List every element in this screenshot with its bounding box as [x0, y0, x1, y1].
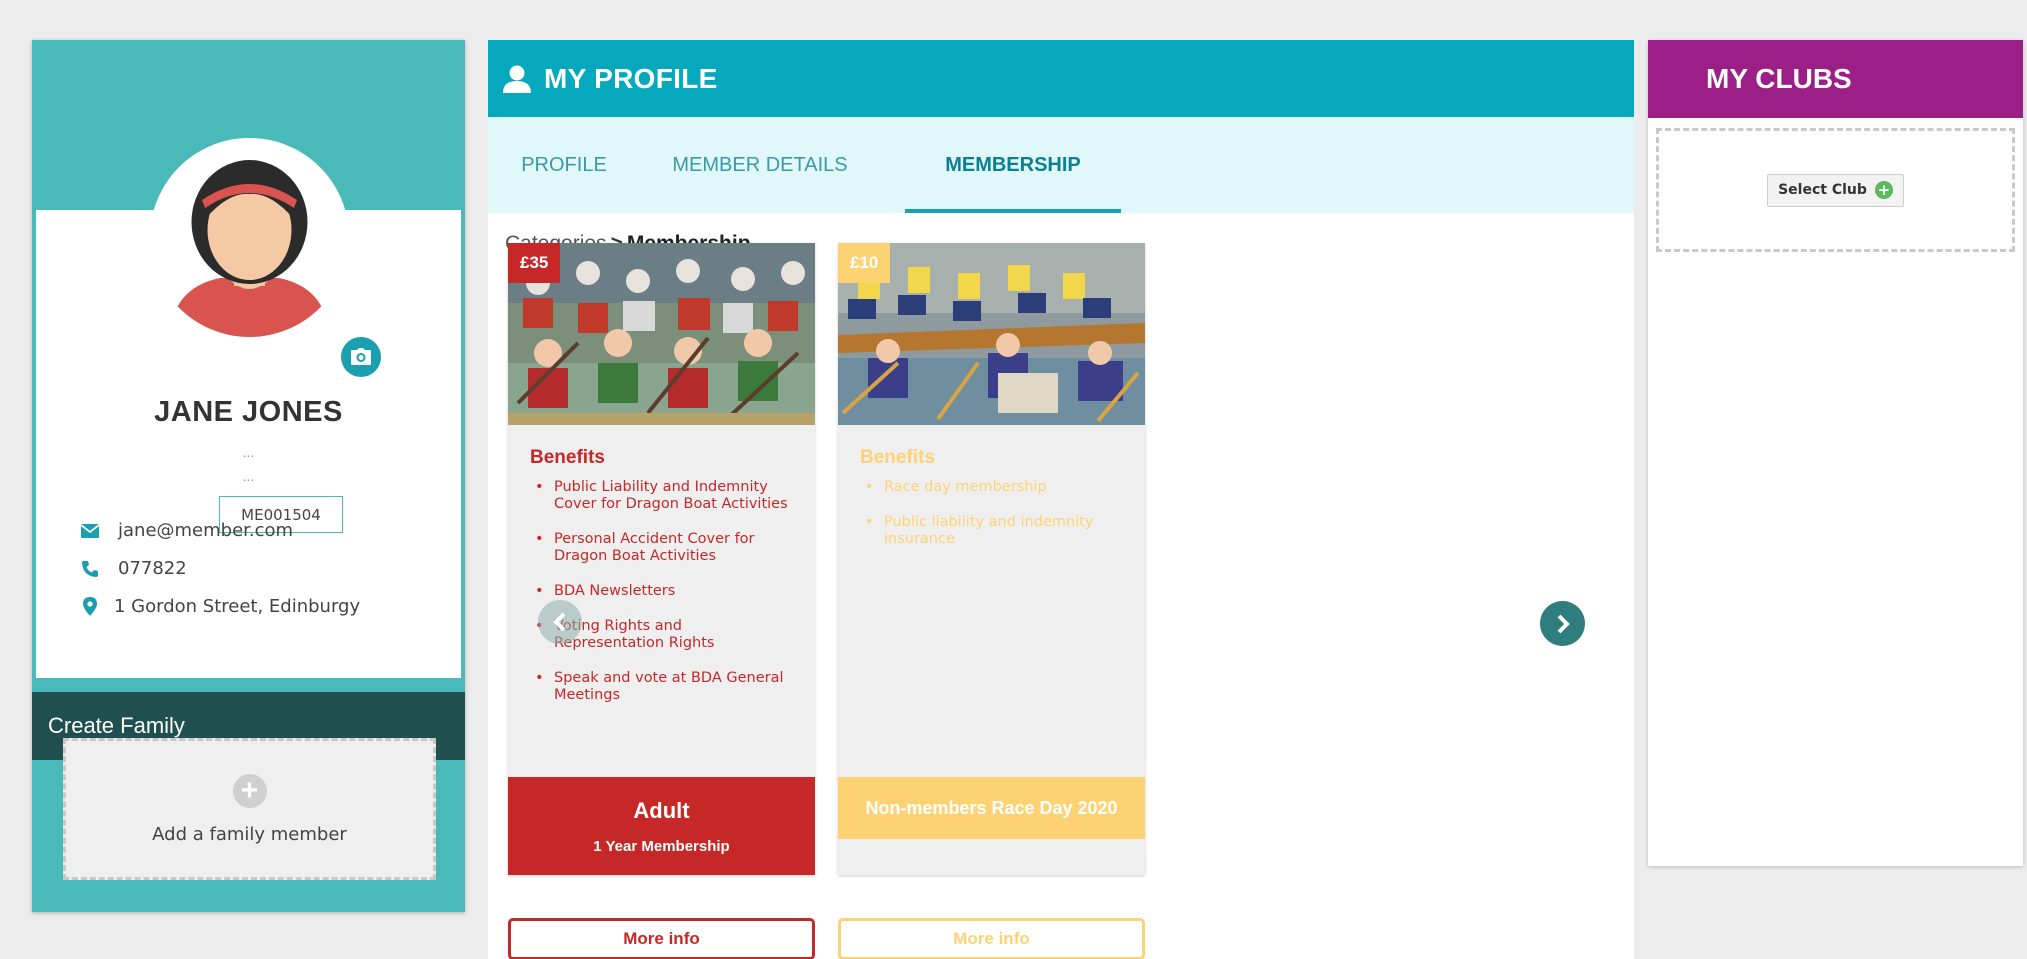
phone-icon: [80, 559, 100, 579]
membership-card-adult[interactable]: £35 Benefits Public Liability and Indemn…: [508, 243, 815, 875]
benefit-item: Personal Accident Cover for Dragon Boat …: [530, 531, 793, 565]
card-footer: Adult 1 Year Membership: [508, 777, 815, 875]
benefits-list: Public Liability and Indemnity Cover for…: [530, 479, 793, 704]
avatar: [150, 138, 349, 337]
benefit-item: BDA Newsletters: [530, 583, 793, 600]
membership-card-race-day[interactable]: £10 Benefits Race day membership Public …: [838, 243, 1145, 875]
add-family-member-button[interactable]: + Add a family member: [63, 738, 436, 880]
tab-profile[interactable]: PROFILE: [514, 117, 614, 213]
benefit-item: Public liability and indemnity insurance: [860, 514, 1123, 548]
benefits-title: Benefits: [530, 447, 605, 468]
benefit-item: Race day membership: [860, 479, 1123, 496]
email-row: jane@member.com: [80, 520, 293, 541]
card-name: Non-members Race Day 2020: [865, 797, 1118, 818]
card-footer-spacer: [838, 839, 1145, 875]
change-photo-button[interactable]: [337, 333, 385, 381]
carousel-next-button[interactable]: [1540, 601, 1585, 646]
card-image-dragon-boat: £10: [838, 243, 1145, 425]
plus-icon: +: [232, 773, 267, 808]
card-image-dragon-boat: £35: [508, 243, 815, 425]
benefit-item: Public Liability and Indemnity Cover for…: [530, 479, 793, 513]
select-club-button[interactable]: Select Club +: [1767, 173, 1904, 207]
my-clubs-panel: MY CLUBS Select Club +: [1648, 40, 2023, 866]
club-dropzone: Select Club +: [1656, 128, 2015, 252]
profile-sidebar: JANE JONES ... ... ME001504 jane@member.…: [32, 40, 465, 912]
more-info-button[interactable]: More info: [508, 918, 815, 959]
profile-tabs: PROFILE MEMBER DETAILS MEMBERSHIP: [488, 117, 1634, 213]
avatar-illustration: [150, 138, 349, 337]
price-badge: £10: [838, 243, 891, 283]
phone-text: 077822: [118, 558, 187, 579]
my-profile-header: MY PROFILE: [488, 40, 1634, 117]
address-row: 1 Gordon Street, Edinburgy: [80, 596, 360, 617]
carousel-prev-button[interactable]: [538, 600, 582, 644]
phone-row: 077822: [80, 558, 187, 579]
user-icon: [503, 65, 531, 93]
card-subtitle: 1 Year Membership: [593, 837, 730, 855]
price-badge: £35: [508, 243, 561, 283]
email-text: jane@member.com: [118, 520, 294, 541]
chevron-right-icon: [1557, 614, 1570, 633]
benefits-list: Race day membership Public liability and…: [860, 479, 1123, 548]
page-title: MY PROFILE: [544, 62, 718, 94]
profile-subtitle-1: ...: [242, 444, 255, 460]
card-footer: Non-members Race Day 2020: [838, 777, 1145, 839]
address-text: 1 Gordon Street, Edinburgy: [114, 596, 361, 617]
tab-membership[interactable]: MEMBERSHIP: [905, 117, 1121, 213]
benefit-item: Speak and vote at BDA General Meetings: [530, 670, 793, 704]
envelope-icon: [80, 521, 100, 541]
map-marker-icon: [80, 597, 100, 617]
camera-icon: [351, 348, 371, 365]
plus-icon: +: [1874, 181, 1893, 199]
more-info-button[interactable]: More info: [838, 918, 1145, 959]
benefits-section: Benefits Race day membership Public liab…: [838, 425, 1145, 777]
add-family-member-label: Add a family member: [152, 823, 347, 845]
my-clubs-title: MY CLUBS: [1648, 40, 2023, 118]
tab-member-details[interactable]: MEMBER DETAILS: [660, 117, 860, 213]
profile-subtitle-2: ...: [242, 468, 255, 484]
user-name: JANE JONES: [154, 396, 343, 428]
benefits-title: Benefits: [860, 447, 935, 468]
select-club-label: Select Club: [1778, 182, 1867, 198]
chevron-left-icon: [553, 612, 566, 632]
card-name: Adult: [633, 797, 690, 823]
